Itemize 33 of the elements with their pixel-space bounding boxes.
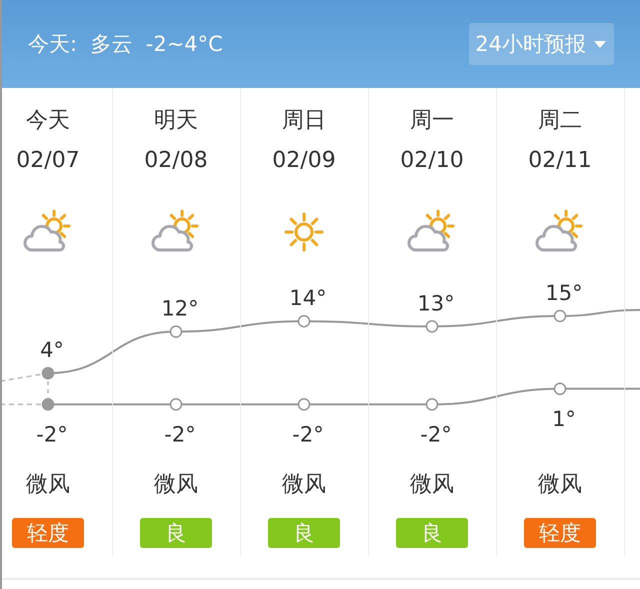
- air-quality-badge: 轻度: [12, 518, 84, 548]
- air-quality-badge: 轻度: [524, 518, 596, 548]
- low-temperature: -2°: [292, 422, 324, 446]
- air-quality-badge: 良: [268, 518, 340, 548]
- air-quality-badge: 良: [140, 518, 212, 548]
- wind-label: 微风: [282, 472, 326, 498]
- wind-label: 微风: [538, 472, 582, 498]
- caret-icon: [594, 40, 606, 48]
- high-temperature: 14°: [289, 286, 327, 310]
- low-temperature: 1°: [552, 406, 576, 431]
- date-label: 02/07: [16, 148, 80, 174]
- day-name: 今天: [26, 108, 70, 134]
- date-label: 02/08: [144, 148, 208, 174]
- high-temperature: 15°: [545, 281, 583, 305]
- low-temperature: -2°: [164, 422, 196, 446]
- wind-label: 微风: [26, 472, 70, 498]
- air-quality-badge: 良: [396, 518, 468, 548]
- day-name: 明天: [154, 108, 198, 134]
- low-temperature: -2°: [36, 422, 68, 446]
- low-temperature: -2°: [420, 422, 452, 446]
- wind-label: 微风: [154, 472, 198, 498]
- day-name: 周二: [538, 108, 582, 134]
- date-label: 02/11: [528, 148, 592, 174]
- high-temperature: 4°: [40, 338, 64, 362]
- today-summary: 今天: 多云 -2~4°C: [28, 31, 223, 58]
- date-label: 02/10: [400, 148, 464, 174]
- day-name: 周日: [282, 108, 326, 134]
- forecast-dropdown[interactable]: 24小时预报: [469, 23, 614, 65]
- wind-label: 微风: [410, 472, 454, 498]
- day-name: 周一: [410, 108, 454, 134]
- high-temperature: 13°: [417, 291, 455, 316]
- date-label: 02/09: [272, 148, 336, 174]
- high-temperature: 12°: [161, 296, 199, 321]
